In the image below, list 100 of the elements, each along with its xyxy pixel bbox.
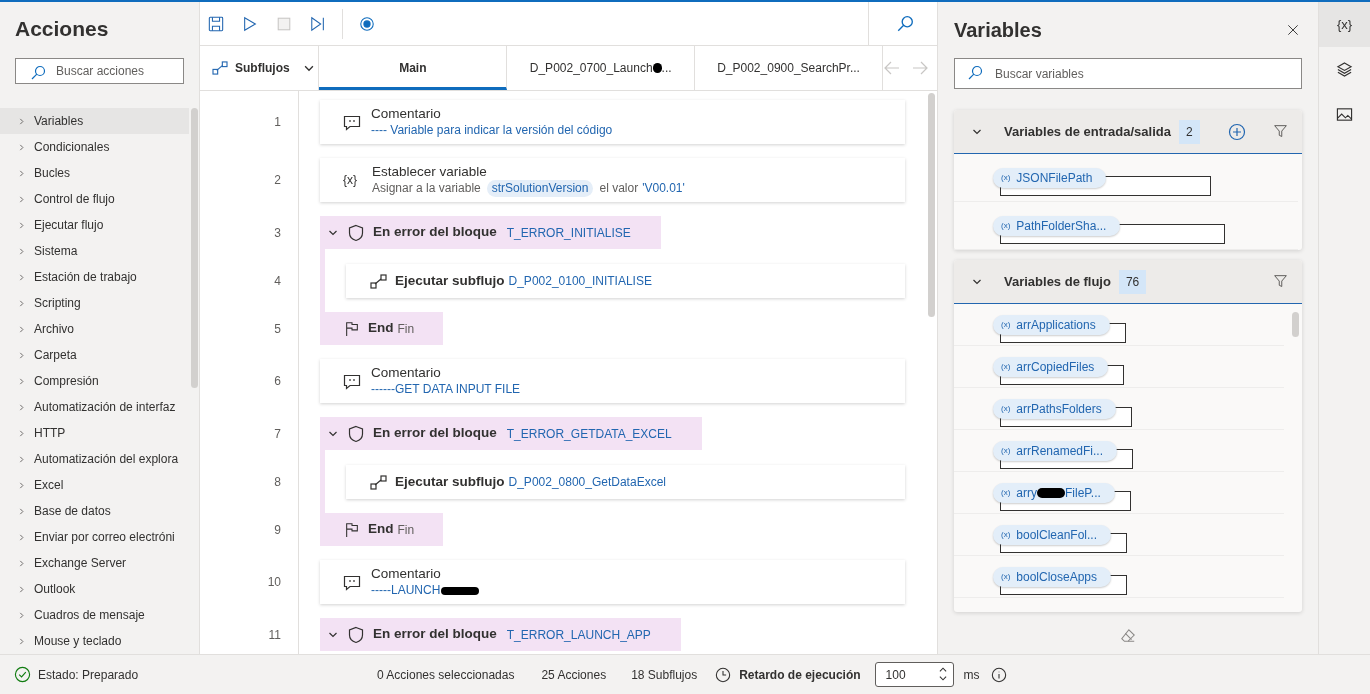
chevron-right-icon [18, 350, 24, 360]
line-number: 6 [273, 373, 282, 390]
line-number: 11 [267, 626, 282, 644]
subflows-dropdown[interactable]: Subflujos [200, 46, 320, 90]
category-item[interactable]: Automatización de interfaz [0, 394, 189, 420]
subflow-icon [212, 61, 228, 75]
line-number: 9 [273, 521, 282, 539]
category-item[interactable]: Ejecutar flujo [0, 212, 189, 238]
speech-bubble-icon [343, 573, 361, 591]
chevron-right-icon [18, 636, 24, 646]
filter-button[interactable] [1273, 274, 1288, 289]
step-forward-icon [310, 15, 326, 32]
delay-input[interactable]: 100 [874, 662, 954, 687]
search-field[interactable]: Buscar variables [954, 58, 1302, 89]
variable-chip[interactable]: (x) arrApplications [993, 314, 1110, 335]
variable-name: arrPathsFolders [1016, 400, 1102, 418]
comment-text: ------GET DATA INPUT FILE [371, 381, 521, 398]
variable-chip[interactable]: (x) arry FileP... [993, 482, 1115, 503]
chevron-right-icon [18, 480, 24, 490]
scrollbar-thumb[interactable] [1291, 312, 1299, 337]
subflow-icon [370, 273, 387, 289]
eraser-icon [1119, 628, 1137, 644]
variable-name: arrCopiedFiles [1016, 358, 1095, 376]
end-block[interactable]: End Fin [320, 312, 443, 345]
variable-chip[interactable]: (x) JSONFilePath [993, 167, 1107, 188]
line-number: 1 [273, 114, 282, 131]
filter-button[interactable] [1273, 124, 1288, 139]
variable-chip[interactable]: (x) arrCopiedFiles [993, 356, 1109, 377]
comment-action[interactable]: Comentario ------GET DATA INPUT FILE [320, 359, 905, 403]
close-button[interactable] [1286, 22, 1300, 37]
error-block-header[interactable]: En error del bloque T_ERROR_LAUNCH_APP [320, 618, 681, 651]
category-item[interactable]: Sistema [0, 238, 189, 264]
search-icon [29, 65, 47, 81]
variable-name: PathFolderSha... [1016, 217, 1107, 235]
chevron-right-icon [18, 558, 24, 568]
save-icon [208, 15, 224, 32]
variable-chip-icon: (x) [1001, 318, 1011, 331]
category-item[interactable]: Enviar por correo electróni [0, 524, 189, 550]
category-item[interactable]: Carpeta [0, 342, 189, 368]
category-item[interactable]: Estación de trabajo [0, 264, 189, 290]
chevron-right-icon [18, 324, 24, 334]
category-item[interactable]: Automatización del explora [0, 446, 189, 472]
category-item[interactable]: Condicionales [0, 134, 189, 160]
action-detail: Asignar a la variable [372, 180, 481, 197]
rail-button[interactable]: {x} [1319, 2, 1370, 47]
clear-button[interactable] [1119, 628, 1137, 644]
comment-action[interactable]: Comentario ---- Variable para indicar la versión del código [320, 100, 905, 144]
scrollbar-thumb[interactable] [927, 93, 935, 317]
run-subflow-action[interactable]: Ejecutar subflujo D_P002_0100_INITIALISE [346, 264, 905, 298]
line-number: 8 [273, 473, 282, 491]
variable-chip[interactable]: (x) arrPathsFolders [993, 398, 1116, 419]
run-subflow-action[interactable]: Ejecutar subflujo D_P002_0800_GetDataExcel [346, 465, 905, 499]
comment-action[interactable]: Comentario -----LAUNCH [320, 560, 905, 604]
category-item[interactable]: Bucles [0, 160, 189, 186]
value-text: 'V00.01' [642, 180, 685, 197]
panel-title: Variables [954, 17, 1042, 43]
set-variable-action[interactable]: {x} Establecer variable Asignar a la variable strSolutionVersion el valor 'V00.01' [320, 158, 905, 202]
category-item[interactable]: Base de datos [0, 498, 189, 524]
stop-icon [276, 15, 292, 32]
chevron-right-icon [18, 584, 24, 594]
shield-icon [347, 625, 365, 644]
chevron-right-icon [18, 116, 24, 126]
section-header[interactable]: Variables de entrada/salida 2 [954, 110, 1302, 154]
category-item[interactable]: Excel [0, 472, 189, 498]
variable-name-end: FileP... [1065, 484, 1101, 502]
category-item[interactable]: Outlook [0, 576, 189, 602]
search-field[interactable]: Buscar acciones [15, 58, 184, 84]
filter-icon [1273, 274, 1288, 289]
category-item[interactable]: Archivo [0, 316, 189, 342]
variable-chip-icon: (x) [1001, 444, 1011, 457]
error-block-header[interactable]: En error del bloque T_ERROR_GETDATA_EXCEL [320, 417, 702, 450]
variable-chip[interactable]: (x) boolCloseApps [993, 566, 1112, 587]
tab[interactable]: Main [319, 46, 508, 90]
tab[interactable]: D_P002_0700_Launch ... [507, 46, 696, 90]
filter-icon [1273, 124, 1288, 139]
section-header[interactable]: Variables de flujo 76 [954, 260, 1302, 304]
status-text: 25 Acciones [541, 666, 607, 684]
category-item[interactable]: Control de flujo [0, 186, 189, 212]
delay-label: Retardo de ejecución [739, 666, 861, 684]
end-block[interactable]: End Fin [320, 513, 443, 546]
chevron-right-icon [18, 246, 24, 256]
variable-chip[interactable]: (x) PathFolderSha... [993, 215, 1121, 236]
category-item[interactable]: Mouse y teclado [0, 628, 189, 654]
scrollbar-thumb[interactable] [190, 108, 198, 388]
variable-chip[interactable]: (x) boolCleanFol... [993, 524, 1112, 545]
category-item[interactable]: Scripting [0, 290, 189, 316]
chevron-right-icon [18, 142, 24, 152]
error-block-header[interactable]: En error del bloque T_ERROR_INITIALISE [320, 216, 661, 249]
category-item[interactable]: Cuadros de mensaje [0, 602, 189, 628]
clock-icon [715, 666, 732, 683]
block-name: T_ERROR_LAUNCH_APP [506, 626, 651, 644]
category-item[interactable]: Compresión [0, 368, 189, 394]
category-item[interactable]: Variables [0, 108, 189, 134]
variable-name: arrRenamedFi... [1016, 442, 1104, 460]
tab[interactable]: D_P002_0900_SearchPr... [695, 46, 883, 90]
action-title: En error del bloque [373, 625, 497, 644]
variable-chip[interactable]: (x) arrRenamedFi... [993, 440, 1118, 461]
category-item[interactable]: HTTP [0, 420, 189, 446]
add-button[interactable] [1228, 122, 1246, 141]
category-item[interactable]: Exchange Server [0, 550, 189, 576]
